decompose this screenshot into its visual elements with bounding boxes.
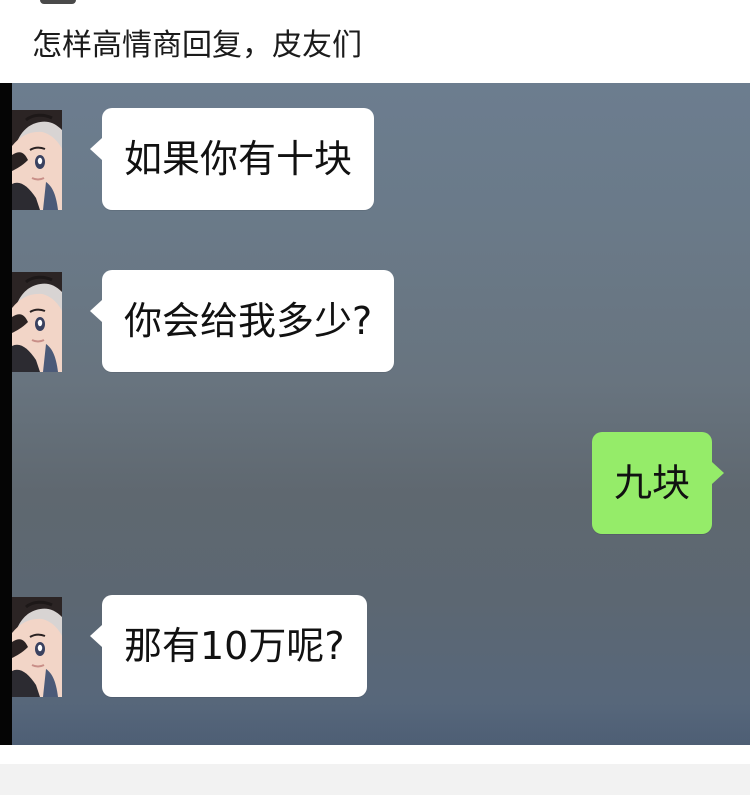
left-black-edge [0,83,12,745]
message-row-3: 九块 [12,407,750,534]
bottom-haze [12,703,750,745]
message-row-4: 那有10万呢? [12,570,750,697]
anime-girl-avatar-icon [12,597,62,697]
top-decoration [40,0,76,4]
message-bubble-2: 你会给我多少? [89,270,395,372]
message-bubble-1: 如果你有十块 [89,108,375,210]
post-title: 怎样高情商回复，皮友们 [32,28,362,63]
message-row-2: 你会给我多少? [12,245,750,372]
bottom-strip [0,764,750,795]
message-row-1: 如果你有十块 [12,83,750,210]
post-page: 怎样高情商回复，皮友们 如果你有十块 你会给我多少? 九块 那有10万呢? [0,0,750,795]
anime-girl-avatar-icon [12,110,62,210]
message-bubble-3: 九块 [592,432,725,534]
anime-girl-avatar-icon [12,272,62,372]
message-bubble-4: 那有10万呢? [90,595,367,697]
chat-screenshot[interactable]: 如果你有十块 你会给我多少? 九块 那有10万呢? [0,83,750,745]
